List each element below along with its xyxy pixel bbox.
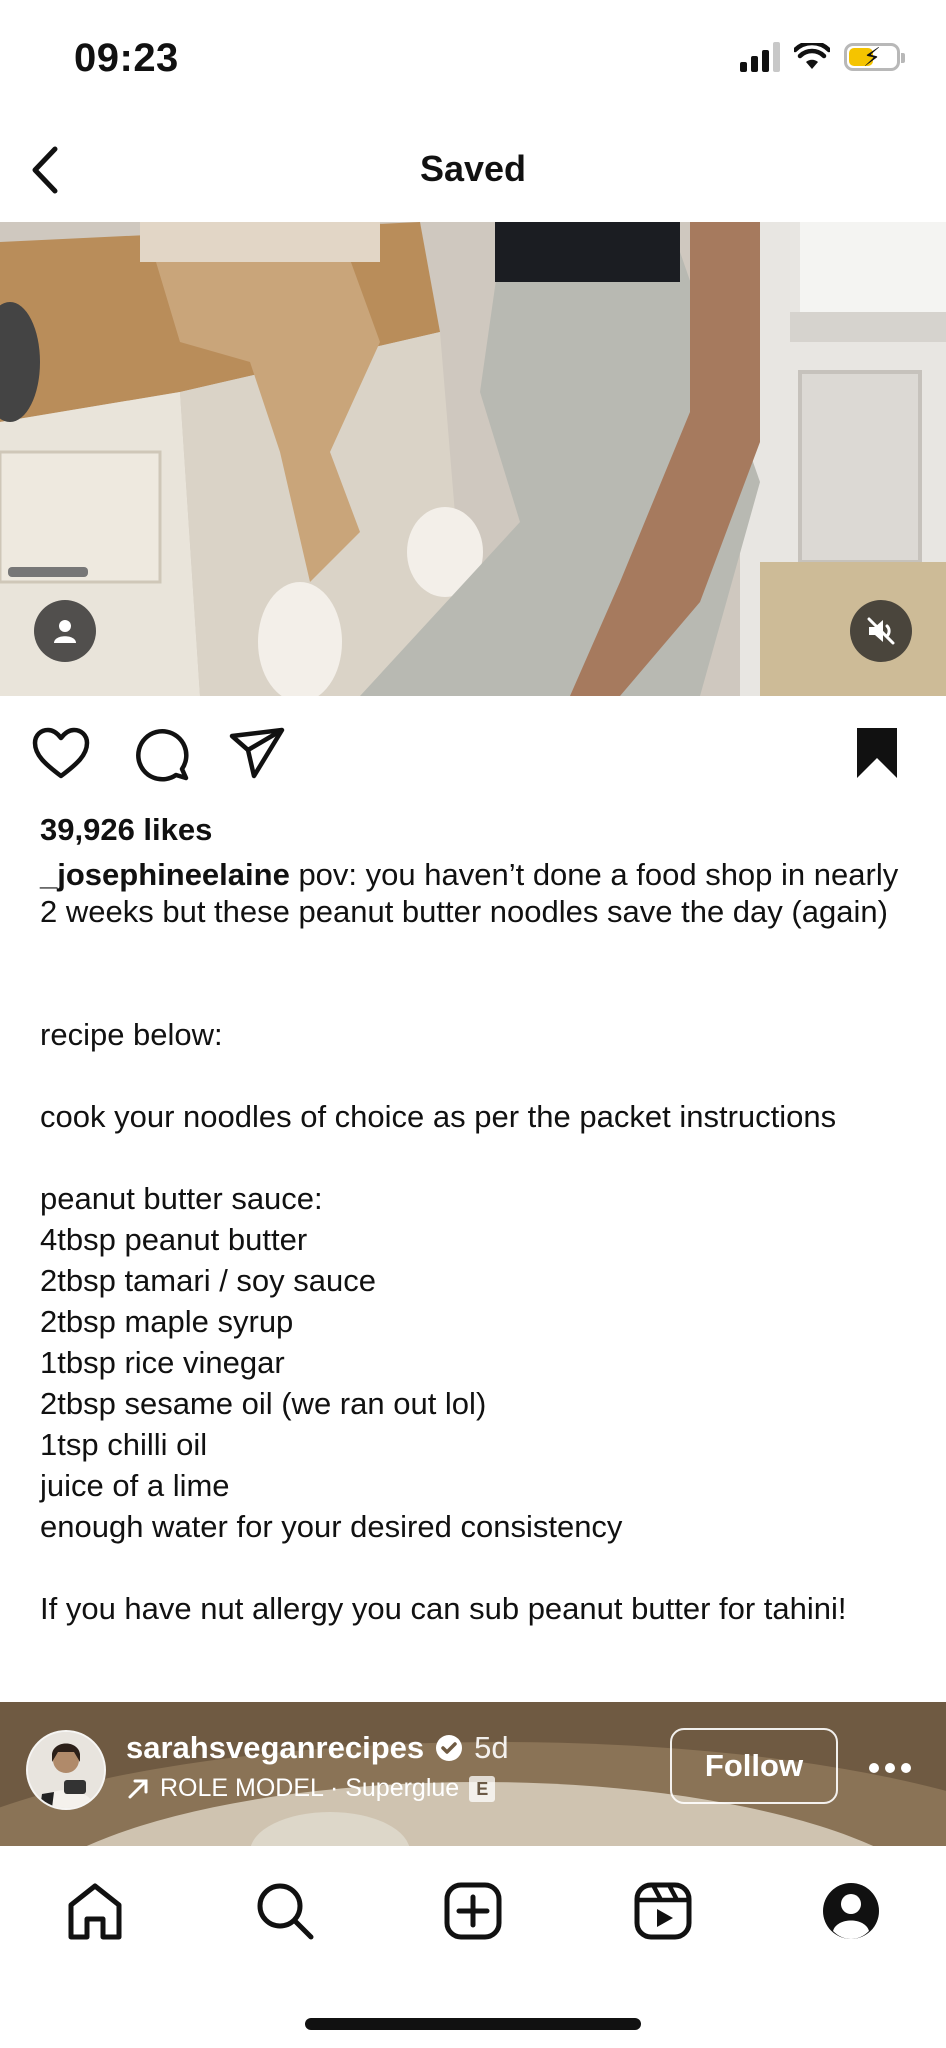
caption-recipe: recipe below: cook your noodles of choice… [40,1014,920,1629]
verified-badge-icon [436,1735,463,1761]
video-frame [0,222,946,696]
home-icon [68,1883,122,1940]
caption-line: juice of a lime [40,1468,230,1503]
next-post-username-row: sarahsveganrecipes 5d [126,1730,509,1766]
like-button[interactable] [28,720,94,786]
next-post-header: sarahsveganrecipes 5d ROLE MODEL · Super… [0,1702,946,1846]
share-icon [229,727,285,779]
more-options-button[interactable] [860,1738,920,1798]
audio-arrow-icon [128,1779,148,1798]
nav-header: Saved [0,120,946,220]
post-actions [0,720,946,790]
status-time: 09:23 [74,36,179,80]
page-title: Saved [419,148,527,189]
bookmark-filled-icon [857,728,897,778]
tab-bar [0,1846,946,2048]
caption-line: recipe below: [40,1017,223,1052]
tab-home[interactable] [60,1876,130,1946]
audio-label: ROLE MODEL · Superglue [160,1774,460,1802]
status-bar: 09:23 ⚡ [0,0,946,120]
post-video[interactable] [0,222,946,696]
caption-line: 2tbsp tamari / soy sauce [40,1263,376,1298]
caption-line: 2tbsp maple syrup [40,1304,294,1339]
create-icon [444,1882,502,1940]
home-indicator[interactable] [305,2018,641,2030]
caption-line: peanut butter sauce: [40,1181,323,1216]
reels-icon [634,1882,692,1940]
tab-reels[interactable] [628,1876,698,1946]
signal-icon [740,42,780,72]
caption-line: 1tbsp rice vinegar [40,1345,285,1380]
status-icons: ⚡ [740,42,905,72]
tag-people-button[interactable] [34,600,96,662]
next-post-username[interactable]: sarahsveganrecipes [126,1730,424,1766]
tab-profile[interactable] [816,1876,886,1946]
caption-username[interactable]: _josephineelaine [40,857,290,892]
caption-line: 4tbsp peanut butter [40,1222,308,1257]
next-post-audio[interactable]: ROLE MODEL · Superglue E [126,1774,496,1803]
tab-create[interactable] [438,1876,508,1946]
caption-line: If you have nut allergy you can sub pean… [40,1591,847,1626]
profile-icon [823,1883,879,1939]
likes-count[interactable]: 39,926 likes [40,812,212,848]
mute-button[interactable] [850,600,912,662]
comment-button[interactable] [128,720,194,786]
post-caption: _josephineelaine pov: you haven’t done a… [40,856,920,930]
caption-line: 2tbsp sesame oil (we ran out lol) [40,1386,487,1421]
caption-line: cook your noodles of choice as per the p… [40,1099,837,1134]
comment-icon [136,729,189,782]
search-icon [257,1883,314,1940]
follow-button[interactable]: Follow [670,1728,838,1804]
caption-line: 1tsp chilli oil [40,1427,208,1462]
avatar-image [28,1732,104,1808]
heart-icon [32,727,90,779]
wifi-icon [794,43,830,69]
caption-line: enough water for your desired consistenc… [40,1509,623,1544]
battery-charging-icon: ⚡ [844,42,905,72]
person-tag-icon [54,620,76,643]
save-button[interactable] [844,720,910,786]
tab-search[interactable] [250,1876,320,1946]
explicit-badge: E [469,1775,496,1802]
muted-speaker-icon [867,617,895,645]
next-post-time: 5d [474,1730,509,1765]
avatar[interactable] [26,1730,106,1810]
more-horizontal-icon [869,1763,911,1773]
share-button[interactable] [224,720,290,786]
